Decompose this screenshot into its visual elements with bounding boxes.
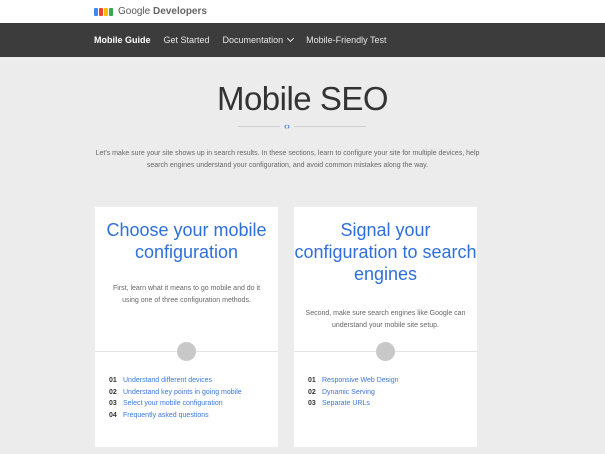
card-description: First, learn what it means to go mobile … — [112, 285, 261, 304]
list-item: 02 Dynamic Serving — [308, 387, 399, 399]
brand-suffix: Developers — [153, 6, 207, 17]
main-nav: Mobile Guide Get Started Documentation M… — [0, 23, 605, 57]
chevron-down-icon — [287, 34, 295, 43]
nav-item-label: Get Started — [163, 35, 210, 45]
list-item: 04 Frequently asked questions — [109, 410, 242, 422]
step-number: 02 — [308, 388, 316, 396]
step-list: 01 Understand different devices 02 Under… — [109, 375, 242, 421]
step-list: 01 Responsive Web Design 02 Dynamic Serv… — [308, 375, 399, 410]
nav-item-get-started[interactable]: Get Started — [164, 35, 210, 45]
step-link-faq[interactable]: Frequently asked questions — [123, 410, 209, 422]
card-title[interactable]: Signal your configuration to search engi… — [294, 219, 477, 285]
step-number: 01 — [109, 377, 117, 384]
page-title: Mobile SEO — [216, 80, 389, 117]
top-brand-bar: Google Developers — [0, 0, 605, 23]
step-link-responsive-web-design[interactable]: Responsive Web Design — [322, 375, 399, 387]
list-item: 03 Select your mobile configuration — [109, 398, 242, 410]
step-number: 03 — [109, 400, 117, 407]
card-step-circle — [376, 342, 395, 361]
step-link-separate-urls[interactable]: Separate URLs — [322, 398, 370, 410]
card-title[interactable]: Choose your mobile configuration — [95, 219, 278, 263]
list-item: 02 Understand key points in going mobile — [109, 387, 242, 399]
brand-prefix: Google — [118, 6, 151, 17]
nav-item-label: Documentation — [222, 35, 284, 45]
step-number: 01 — [308, 377, 316, 384]
google-logo-icon[interactable] — [94, 7, 114, 16]
list-item: 01 Responsive Web Design — [308, 375, 399, 387]
step-link-dynamic-serving[interactable]: Dynamic Serving — [322, 387, 375, 399]
step-link-select-configuration[interactable]: Select your mobile configuration — [123, 398, 223, 410]
list-item: 01 Understand different devices — [109, 375, 242, 387]
step-link-key-points[interactable]: Understand key points in going mobile — [123, 387, 242, 399]
list-item: 03 Separate URLs — [308, 398, 399, 410]
card-signal-configuration: Signal your configuration to search engi… — [294, 207, 477, 447]
intro-text: Let's make sure your site shows up in se… — [95, 150, 480, 169]
nav-item-mobile-guide[interactable]: Mobile Guide — [94, 35, 151, 45]
title-divider — [238, 126, 366, 127]
nav-item-label: Mobile-Friendly Test — [306, 35, 387, 45]
brand-name[interactable]: Google Developers — [118, 6, 207, 17]
step-number: 04 — [109, 411, 117, 419]
card-step-circle — [177, 342, 196, 361]
card-choose-configuration: Choose your mobile configuration First, … — [95, 207, 278, 447]
step-number: 02 — [109, 388, 117, 396]
card-description: Second, make sure search engines like Go… — [305, 310, 466, 329]
nav-item-documentation[interactable]: Documentation — [222, 34, 295, 45]
step-link-understand-devices[interactable]: Understand different devices — [123, 375, 212, 387]
nav-item-mobile-friendly-test[interactable]: Mobile-Friendly Test — [306, 35, 386, 45]
nav-item-label: Mobile Guide — [94, 35, 151, 45]
code-brackets-icon: ‹› — [280, 120, 294, 132]
step-number: 03 — [308, 400, 316, 407]
